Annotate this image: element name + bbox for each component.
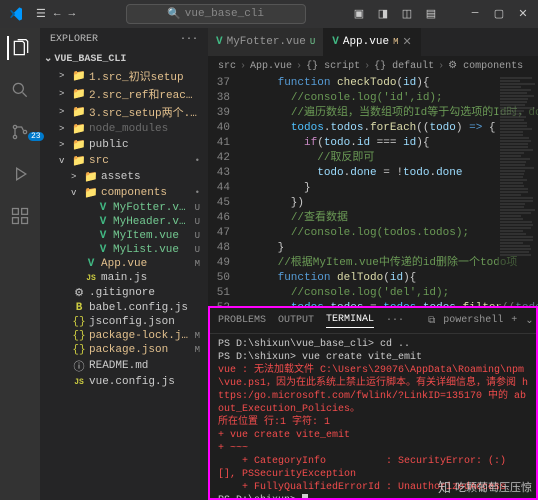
code-editor[interactable]: 3738394041424344454647484950515253 funct…	[208, 76, 538, 306]
tree-item[interactable]: ⓘREADME.md	[40, 357, 208, 375]
source-control-icon[interactable]: 23	[8, 120, 32, 144]
code-content[interactable]: function checkTodo(id){ //console.log('i…	[238, 76, 538, 306]
close-tab-icon[interactable]: ✕	[402, 35, 411, 49]
chevron-down-icon: ⌄	[44, 53, 52, 65]
tree-item[interactable]: Bbabel.config.js	[40, 301, 208, 315]
tree-item[interactable]: {}package.jsonM	[40, 343, 208, 357]
line-gutter: 3738394041424344454647484950515253	[208, 76, 238, 306]
panel-tab[interactable]: OUTPUT	[278, 315, 314, 326]
vscode-logo-icon	[8, 6, 24, 22]
terminal-body[interactable]: PS D:\shixun\vue_base_cli> cd ..PS D:\sh…	[210, 334, 536, 498]
breadcrumb-item[interactable]: src	[218, 61, 236, 72]
panel-tab[interactable]: TERMINAL	[326, 314, 374, 328]
activity-bar: 23	[0, 28, 40, 500]
tree-item[interactable]: JSmain.js	[40, 271, 208, 285]
tree-item[interactable]: >📁2.src_ref和reacti...	[40, 85, 208, 103]
search-activity-icon[interactable]	[8, 78, 32, 102]
editor-tab[interactable]: VApp.vueM✕	[324, 28, 420, 56]
breadcrumb-item[interactable]: {} default	[374, 61, 434, 72]
tree-item[interactable]: >📁assets	[40, 169, 208, 185]
extensions-icon[interactable]	[8, 204, 32, 228]
sidebar-header: EXPLORER ···	[40, 28, 208, 51]
project-header[interactable]: ⌄ VUE_BASE_CLI	[40, 51, 208, 67]
terminal-controls: ⧉ powershell + ⌄ ⬓ 🗑 ⌃ ✕	[428, 315, 538, 327]
window-maximize[interactable]: ▢	[492, 7, 506, 21]
scm-badge: 23	[28, 132, 44, 141]
terminal-panel: PROBLEMS OUTPUT TERMINAL ··· ⧉ powershell +…	[208, 306, 538, 500]
title-bar: ☰ ← → 🔍vue_base_cli ▣ ◨ ◫ ▤ ─ ▢ ✕	[0, 0, 538, 28]
layout-icon[interactable]: ▤	[424, 7, 438, 21]
tree-item[interactable]: v📁components•	[40, 185, 208, 201]
arrow-right-icon[interactable]: →	[64, 8, 79, 20]
tree-item[interactable]: >📁node_modules	[40, 121, 208, 137]
tree-item[interactable]: >📁3.src_setup两个...	[40, 103, 208, 121]
panel-tab[interactable]: PROBLEMS	[218, 315, 266, 326]
tree-item[interactable]: >📁1.src_初识setup	[40, 67, 208, 85]
tree-item[interactable]: v📁src•	[40, 153, 208, 169]
breadcrumb-item[interactable]: {} script	[306, 61, 360, 72]
terminal-dropdown-icon[interactable]: ⌄	[525, 315, 533, 327]
tree-item[interactable]: {}package-lock.jsonM	[40, 329, 208, 343]
tree-item[interactable]: >📁public	[40, 137, 208, 153]
layout-icon[interactable]: ◫	[400, 7, 414, 21]
window-minimize[interactable]: ─	[468, 8, 482, 20]
tree-item[interactable]: VMyHeader.vueU	[40, 215, 208, 229]
arrow-left-icon[interactable]: ←	[50, 8, 65, 20]
new-terminal-icon[interactable]: +	[511, 315, 517, 326]
layout-icon[interactable]: ▣	[352, 7, 366, 21]
breadcrumb-item[interactable]: App.vue	[250, 61, 292, 72]
editor-tabs: VMyFotter.vueUVApp.vueM✕	[208, 28, 538, 56]
breadcrumb-item[interactable]: ⚙ components	[448, 60, 523, 72]
file-tree: >📁1.src_初识setup>📁2.src_ref和reacti...>📁3.…	[40, 67, 208, 500]
command-center[interactable]: 🔍vue_base_cli	[79, 4, 352, 24]
panel-tab[interactable]: ···	[386, 315, 404, 326]
editor-area: VMyFotter.vueUVApp.vueM✕ src›App.vue›{} …	[208, 28, 538, 500]
editor-tab[interactable]: VMyFotter.vueU	[208, 28, 324, 56]
menu-icon[interactable]: ☰	[32, 7, 50, 21]
search-icon: 🔍	[167, 7, 181, 21]
breadcrumb[interactable]: src›App.vue›{} script›{} default›⚙ compo…	[208, 56, 538, 76]
tree-item[interactable]: {}jsconfig.json	[40, 315, 208, 329]
debug-icon[interactable]	[8, 162, 32, 186]
tree-item[interactable]: VApp.vueM	[40, 257, 208, 271]
watermark: 知 吃颗葡萄压压惊	[438, 477, 532, 496]
minimap[interactable]	[498, 76, 538, 306]
explorer-icon[interactable]	[7, 36, 31, 60]
terminal-tabs: PROBLEMS OUTPUT TERMINAL ··· ⧉ powershell +…	[210, 308, 536, 334]
tree-item[interactable]: JSvue.config.js	[40, 375, 208, 389]
tree-item[interactable]: ⚙.gitignore	[40, 285, 208, 301]
shell-label[interactable]: powershell	[443, 315, 503, 326]
zhihu-logo-icon: 知	[438, 477, 451, 496]
sidebar: EXPLORER ··· ⌄ VUE_BASE_CLI >📁1.src_初识se…	[40, 28, 208, 500]
tree-item[interactable]: VMyFotter.vueU	[40, 201, 208, 215]
layout-icon[interactable]: ◨	[376, 7, 390, 21]
sidebar-more-icon[interactable]: ···	[180, 34, 198, 45]
window-close[interactable]: ✕	[516, 7, 530, 21]
tree-item[interactable]: VMyList.vueU	[40, 243, 208, 257]
tree-item[interactable]: VMyItem.vueU	[40, 229, 208, 243]
shell-icon[interactable]: ⧉	[428, 315, 435, 327]
